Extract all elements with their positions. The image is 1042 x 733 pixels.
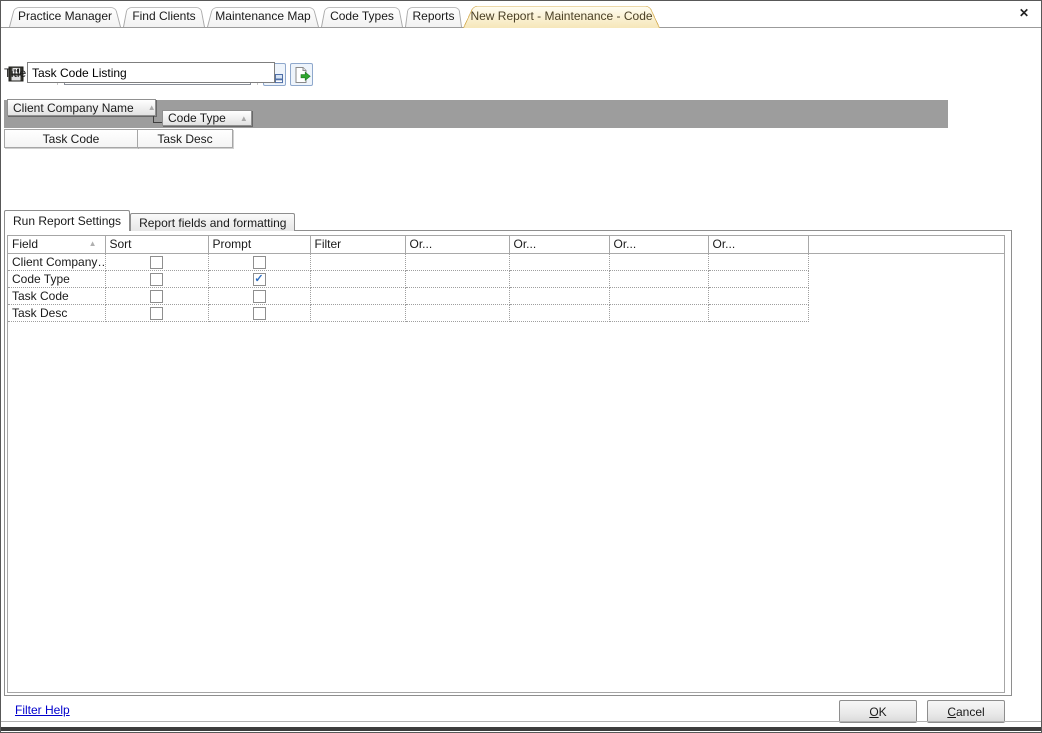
prompt-checkbox[interactable]: ✓ xyxy=(253,256,266,269)
window-bottom-bar xyxy=(1,727,1041,731)
tab-label: New Report - Maintenance - Code xyxy=(463,3,660,28)
or-cell[interactable] xyxy=(509,270,609,287)
filter-cell[interactable] xyxy=(310,287,405,304)
prompt-cell: ✓ xyxy=(208,253,310,270)
prompt-cell: ✓ xyxy=(208,287,310,304)
column-header-task-desc[interactable]: Task Desc xyxy=(137,129,233,148)
prompt-checkbox[interactable]: ✓ xyxy=(253,273,266,286)
field-cell: Task Code xyxy=(8,287,105,304)
cancel-button[interactable]: Cancel xyxy=(927,700,1005,723)
group-field-label: Code Type xyxy=(168,111,226,125)
ok-button[interactable]: OK xyxy=(839,700,917,723)
sort-cell: ✓ xyxy=(105,287,208,304)
sort-cell: ✓ xyxy=(105,253,208,270)
or-cell[interactable] xyxy=(609,287,708,304)
sort-cell: ✓ xyxy=(105,304,208,321)
or-cell[interactable] xyxy=(708,287,808,304)
sort-asc-icon: ▲ xyxy=(134,103,156,112)
sort-checkbox[interactable]: ✓ xyxy=(150,273,163,286)
group-field-client-company-name[interactable]: Client Company Name ▲ xyxy=(7,99,156,116)
grid-header-or-4[interactable]: Or... xyxy=(708,236,808,253)
group-connector-line xyxy=(153,116,162,123)
field-cell: Client Company… xyxy=(8,253,105,270)
field-cell: Code Type xyxy=(8,270,105,287)
or-cell[interactable] xyxy=(609,270,708,287)
or-cell[interactable] xyxy=(509,287,609,304)
prompt-cell: ✓ xyxy=(208,304,310,321)
grid-header-filler xyxy=(808,236,1004,253)
filter-cell[interactable] xyxy=(310,304,405,321)
or-cell[interactable] xyxy=(708,253,808,270)
sort-asc-icon: ▲ xyxy=(89,239,97,248)
report-settings-grid: Field▲ Sort Prompt Filter Or... Or... Or… xyxy=(7,235,1005,693)
group-field-label: Client Company Name xyxy=(13,101,134,115)
settings-tabstrip: Run Report Settings Report fields and fo… xyxy=(4,210,295,231)
or-cell[interactable] xyxy=(509,253,609,270)
grid-header-or-2[interactable]: Or... xyxy=(509,236,609,253)
or-cell[interactable] xyxy=(405,253,509,270)
grid-header-field[interactable]: Field▲ xyxy=(8,236,105,253)
or-cell[interactable] xyxy=(609,253,708,270)
sort-cell: ✓ xyxy=(105,270,208,287)
grid-row-task-desc: Task Desc ✓ ✓ xyxy=(8,304,1004,321)
window-bottom-line xyxy=(1,721,1041,722)
tab-find-clients[interactable]: Find Clients xyxy=(123,5,205,27)
prompt-checkbox[interactable]: ✓ xyxy=(253,307,266,320)
check-icon: ✓ xyxy=(254,274,263,285)
report-toolbar: MYOB-Portrait ▼ xyxy=(1,31,1041,58)
filter-cell[interactable] xyxy=(310,270,405,287)
or-cell[interactable] xyxy=(708,304,808,321)
grid-header-or-1[interactable]: Or... xyxy=(405,236,509,253)
tab-label: Reports xyxy=(405,5,462,27)
tab-label: Maintenance Map xyxy=(207,5,319,27)
sort-checkbox[interactable]: ✓ xyxy=(150,256,163,269)
sort-asc-icon: ▲ xyxy=(226,114,248,123)
close-icon[interactable]: ✕ xyxy=(1016,5,1032,21)
filter-cell[interactable] xyxy=(310,253,405,270)
grid-header-sort[interactable]: Sort xyxy=(105,236,208,253)
tab-label: Code Types xyxy=(321,5,403,27)
grid-row-code-type: Code Type ✓ ✓ xyxy=(8,270,1004,287)
grid-row-task-code: Task Code ✓ ✓ xyxy=(8,287,1004,304)
or-cell[interactable] xyxy=(405,270,509,287)
field-cell: Task Desc xyxy=(8,304,105,321)
or-cell[interactable] xyxy=(405,304,509,321)
sort-checkbox[interactable]: ✓ xyxy=(150,307,163,320)
title-input[interactable] xyxy=(27,62,275,83)
column-header-task-code[interactable]: Task Code xyxy=(4,129,138,148)
main-tabstrip: Practice Manager Find Clients Maintenanc… xyxy=(1,1,1041,28)
export-report-button[interactable] xyxy=(290,63,313,86)
grid-header-row: Field▲ Sort Prompt Filter Or... Or... Or… xyxy=(8,236,1004,253)
prompt-checkbox[interactable]: ✓ xyxy=(253,290,266,303)
tab-label: Find Clients xyxy=(123,5,205,27)
tab-reports[interactable]: Reports xyxy=(405,5,462,27)
title-label: Title xyxy=(4,66,26,80)
grid-header-filter[interactable]: Filter xyxy=(310,236,405,253)
grid-header-prompt[interactable]: Prompt xyxy=(208,236,310,253)
tab-practice-manager[interactable]: Practice Manager xyxy=(9,5,121,27)
filter-help-link[interactable]: Filter Help xyxy=(15,703,70,717)
tab-label: Practice Manager xyxy=(9,5,121,27)
tab-report-fields-and-formatting[interactable]: Report fields and formatting xyxy=(130,213,295,231)
tab-run-report-settings[interactable]: Run Report Settings xyxy=(4,210,130,231)
or-cell[interactable] xyxy=(509,304,609,321)
sort-checkbox[interactable]: ✓ xyxy=(150,290,163,303)
grid-row-client-company: Client Company… ✓ ✓ xyxy=(8,253,1004,270)
group-field-code-type[interactable]: Code Type ▲ xyxy=(162,110,252,126)
tab-new-report-maintenance-code[interactable]: New Report - Maintenance - Code xyxy=(463,3,660,28)
grid-header-or-3[interactable]: Or... xyxy=(609,236,708,253)
grouping-band: Client Company Name ▲ Code Type ▲ xyxy=(4,100,948,128)
export-report-icon xyxy=(293,66,311,84)
report-designer-window: Practice Manager Find Clients Maintenanc… xyxy=(0,0,1042,733)
or-cell[interactable] xyxy=(405,287,509,304)
or-cell[interactable] xyxy=(708,270,808,287)
tab-maintenance-map[interactable]: Maintenance Map xyxy=(207,5,319,27)
prompt-cell: ✓ xyxy=(208,270,310,287)
tab-code-types[interactable]: Code Types xyxy=(321,5,403,27)
or-cell[interactable] xyxy=(609,304,708,321)
